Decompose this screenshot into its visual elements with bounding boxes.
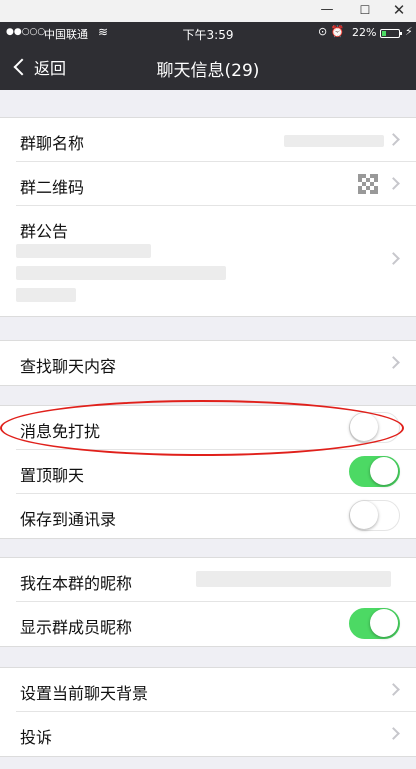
battery-level: [382, 31, 386, 36]
nickname-value-redacted: [196, 571, 391, 587]
row-show-nicknames: 显示群成员昵称: [16, 602, 416, 646]
group-more: 设置当前聊天背景 投诉: [0, 667, 416, 757]
chevron-right-icon: [387, 252, 400, 265]
search-history-label: 查找聊天内容: [20, 357, 117, 376]
save-contacts-label: 保存到通讯录: [20, 510, 117, 529]
chevron-right-icon: [387, 133, 400, 146]
report-label: 投诉: [20, 728, 53, 747]
group-name-label: 群聊名称: [20, 134, 85, 153]
maximize-icon[interactable]: ☐: [348, 0, 382, 22]
pin-toggle[interactable]: [349, 456, 400, 487]
my-nickname-label: 我在本群的昵称: [20, 574, 133, 593]
app-header: ●●○○○ 中国联通 ≋ 下午3:59 ⊙ ⏰ 22% ⚡ 返回 聊天信息(29…: [0, 22, 416, 90]
status-bar: ●●○○○ 中国联通 ≋ 下午3:59 ⊙ ⏰ 22% ⚡: [0, 22, 416, 44]
battery-percent: 22%: [352, 26, 377, 39]
chevron-right-icon: [387, 177, 400, 190]
show-nicknames-label: 显示群成员昵称: [20, 618, 133, 637]
toggle-knob: [370, 457, 398, 485]
qr-code-label: 群二维码: [20, 178, 85, 197]
group-search: 查找聊天内容: [0, 340, 416, 386]
show-nicknames-toggle[interactable]: [349, 608, 400, 639]
nav-bar: 返回 聊天信息(29): [0, 44, 416, 90]
page-title: 聊天信息(29): [156, 61, 260, 81]
row-search-history[interactable]: 查找聊天内容: [16, 341, 416, 385]
announcement-label: 群公告: [20, 222, 69, 241]
save-contacts-toggle[interactable]: [349, 500, 400, 531]
minimize-icon[interactable]: —: [310, 0, 344, 22]
row-report[interactable]: 投诉: [16, 712, 416, 756]
row-pin: 置顶聊天: [16, 450, 416, 494]
chat-background-label: 设置当前聊天背景: [20, 684, 149, 703]
row-group-name[interactable]: 群聊名称: [16, 118, 416, 162]
qr-code-icon: [358, 174, 378, 194]
close-icon[interactable]: ✕: [382, 0, 416, 22]
chevron-right-icon: [387, 356, 400, 369]
alarm-icon: ⊙ ⏰: [318, 25, 345, 38]
pin-label: 置顶聊天: [20, 466, 85, 485]
group-info: 群聊名称 群二维码 群公告: [0, 117, 416, 317]
chevron-right-icon: [387, 727, 400, 740]
announcement-text-redacted: [16, 288, 76, 302]
toggle-knob: [370, 609, 398, 637]
group-settings: 消息免打扰 置顶聊天 保存到通讯录: [0, 405, 416, 539]
toggle-knob: [350, 501, 378, 529]
group-nickname: 我在本群的昵称 显示群成员昵称: [0, 557, 416, 647]
window-titlebar: — ☐ ✕: [0, 0, 416, 22]
row-save-contacts: 保存到通讯录: [16, 494, 416, 538]
group-name-value-redacted: [284, 135, 384, 147]
chevron-right-icon: [387, 683, 400, 696]
announcement-text-redacted: [16, 244, 151, 258]
toggle-knob: [350, 413, 378, 441]
row-chat-background[interactable]: 设置当前聊天背景: [16, 668, 416, 712]
announcement-text-redacted: [16, 266, 226, 280]
row-mute: 消息免打扰: [16, 406, 416, 450]
mute-toggle[interactable]: [349, 412, 400, 443]
mute-label: 消息免打扰: [20, 422, 101, 441]
row-announcement[interactable]: 群公告: [16, 206, 416, 316]
row-qr-code[interactable]: 群二维码: [16, 162, 416, 206]
charging-icon: ⚡: [405, 25, 413, 38]
battery-icon: [380, 29, 402, 38]
row-my-nickname[interactable]: 我在本群的昵称: [16, 558, 416, 602]
